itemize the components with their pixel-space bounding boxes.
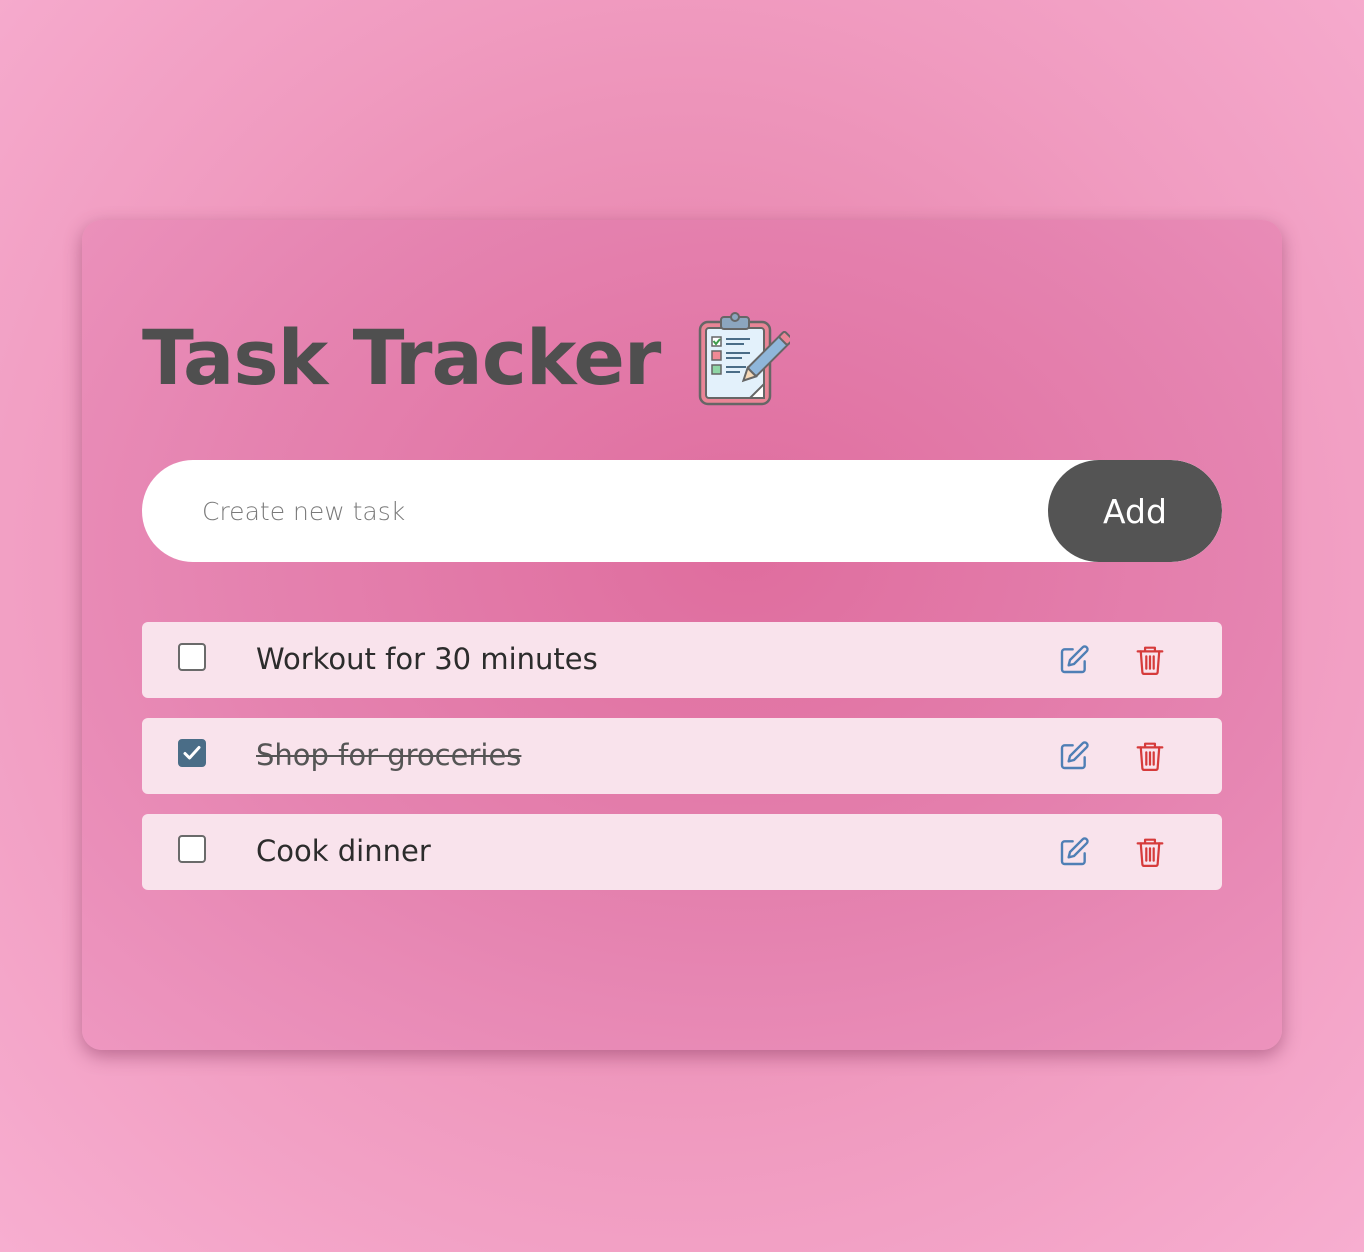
pencil-square-icon[interactable] — [1058, 836, 1090, 868]
trash-icon[interactable] — [1135, 740, 1165, 772]
task-tracker-card: Task Tracker Add — [82, 220, 1282, 1050]
trash-icon[interactable] — [1135, 644, 1165, 676]
checkmark-icon — [183, 746, 201, 760]
task-text: Cook dinner — [256, 834, 431, 868]
new-task-input[interactable] — [142, 460, 1048, 562]
header: Task Tracker — [142, 308, 791, 408]
task-text: Workout for 30 minutes — [256, 642, 598, 676]
clipboard-checklist-icon — [699, 312, 791, 406]
pencil-square-icon[interactable] — [1058, 644, 1090, 676]
pencil-square-icon[interactable] — [1058, 740, 1090, 772]
task-checkbox[interactable] — [178, 643, 206, 671]
new-task-form: Add — [142, 460, 1222, 562]
task-checkbox-checked[interactable] — [178, 739, 206, 767]
task-item: Workout for 30 minutes — [142, 622, 1222, 698]
task-text: Shop for groceries — [256, 738, 522, 772]
page-title: Task Tracker — [142, 313, 661, 402]
task-list: Workout for 30 minutes Shop for grocerie — [142, 622, 1222, 910]
task-item: Cook dinner — [142, 814, 1222, 890]
task-checkbox[interactable] — [178, 835, 206, 863]
task-item: Shop for groceries — [142, 718, 1222, 794]
add-task-button[interactable]: Add — [1048, 460, 1222, 562]
trash-icon[interactable] — [1135, 836, 1165, 868]
